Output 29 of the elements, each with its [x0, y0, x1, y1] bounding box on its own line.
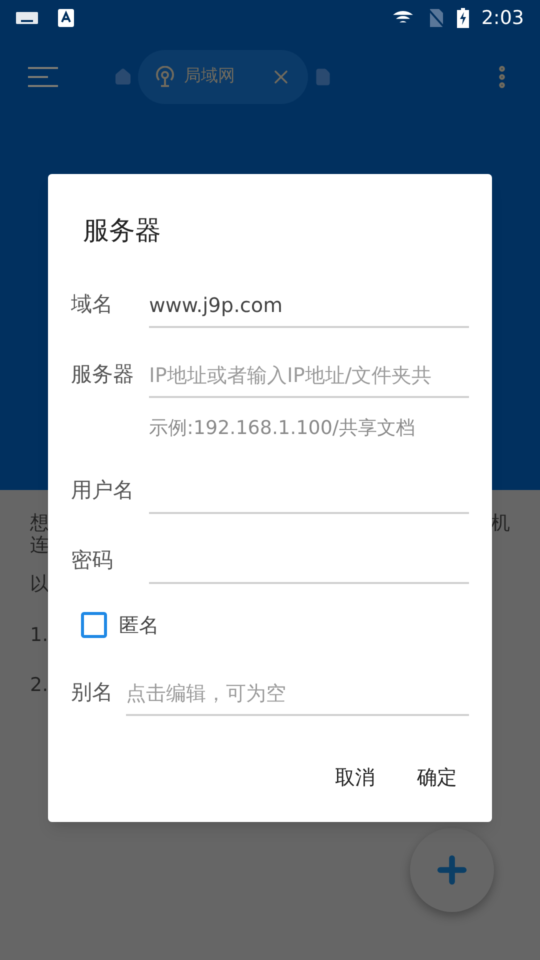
field-label: 密码	[71, 546, 114, 574]
field-label: 用户名	[71, 476, 135, 504]
status-time: 2:03	[481, 6, 524, 31]
checkbox-label: 匿名	[119, 612, 159, 639]
no-sim-icon	[427, 8, 446, 28]
input-field[interactable]: IP地址或者输入IP地址/文件夹共	[149, 354, 469, 398]
text-icon	[58, 9, 74, 27]
background-text: 想	[30, 512, 49, 534]
dialog-button[interactable]: 取消	[331, 754, 379, 800]
dialog-button[interactable]: 确定	[413, 754, 461, 800]
field-label: 别名	[71, 678, 114, 706]
background-text: 以	[30, 572, 49, 597]
file-icon[interactable]	[314, 68, 332, 86]
background-text: 机	[491, 512, 510, 536]
background-text: 1.	[30, 622, 49, 648]
anonymous-checkbox[interactable]	[81, 612, 107, 638]
menu-button[interactable]	[28, 64, 58, 90]
dialog-title: 服务器	[83, 215, 162, 248]
tab-label: 局域网	[184, 65, 235, 88]
field-label: 服务器	[71, 360, 135, 388]
home-icon[interactable]	[114, 68, 132, 86]
field-label: 域名	[71, 290, 114, 318]
background-text: 连	[30, 534, 49, 556]
field-hint: 示例:192.168.1.100/共享文档	[149, 416, 416, 441]
input-field[interactable]: 点击编辑，可为空	[126, 672, 469, 716]
battery-charging-icon	[457, 8, 470, 28]
antenna-icon	[154, 66, 176, 88]
input-field[interactable]: www.j9p.com	[149, 284, 469, 328]
background-text: 2.	[30, 673, 49, 698]
